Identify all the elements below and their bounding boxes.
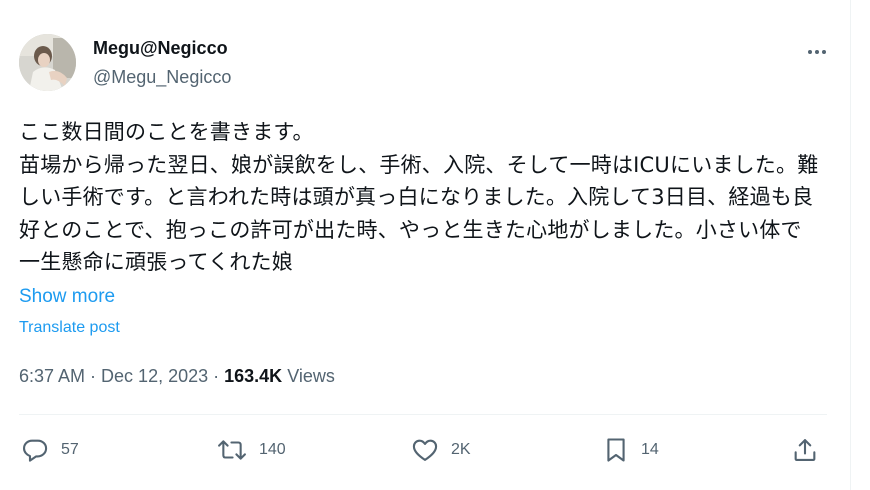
reply-count: 57 [61,441,79,458]
post-text: ここ数日間のことを書きます。 苗場から帰った翌日、娘が誤飲をし、手術、入院、そし… [19,120,819,274]
action-bar: 57 140 2K 14 [19,434,827,466]
show-more-link[interactable]: Show more [19,286,115,308]
post-date[interactable]: Dec 12, 2023 [101,366,208,386]
meta-separator-2: · [208,366,225,386]
post-panel: Megu@Negicco @Megu_Negicco ここ数日間のことを書きます… [0,0,851,490]
post-time[interactable]: 6:37 AM [19,366,85,386]
repost-arrows-icon [218,440,246,460]
heart-icon [412,439,438,461]
like-count: 2K [451,441,471,458]
more-dots-icon [808,50,826,54]
share-upload-icon [794,439,816,461]
bookmark-button[interactable]: 14 [603,434,659,466]
bookmark-count: 14 [641,441,659,458]
avatar[interactable] [19,34,76,91]
repost-button[interactable]: 140 [217,434,286,466]
bookmark-icon [607,438,625,462]
share-button[interactable] [791,434,819,466]
author-handle[interactable]: @Megu_Negicco [93,66,231,88]
author-block: Megu@Negicco @Megu_Negicco [93,37,231,88]
author-display-name[interactable]: Megu@Negicco [93,37,231,59]
avatar-photo [19,34,76,91]
post-meta: 6:37 AM · Dec 12, 2023 · 163.4K Views [19,366,335,387]
views-label: Views [287,366,335,386]
views-count: 163.4K [224,366,283,386]
more-options-button[interactable] [805,40,829,64]
reply-bubble-icon [22,439,48,462]
reply-button[interactable]: 57 [21,434,79,466]
translate-post-link[interactable]: Translate post [19,319,120,337]
like-button[interactable]: 2K [411,434,471,466]
repost-count: 140 [259,441,286,458]
divider [19,414,827,415]
meta-separator: · [85,366,102,386]
